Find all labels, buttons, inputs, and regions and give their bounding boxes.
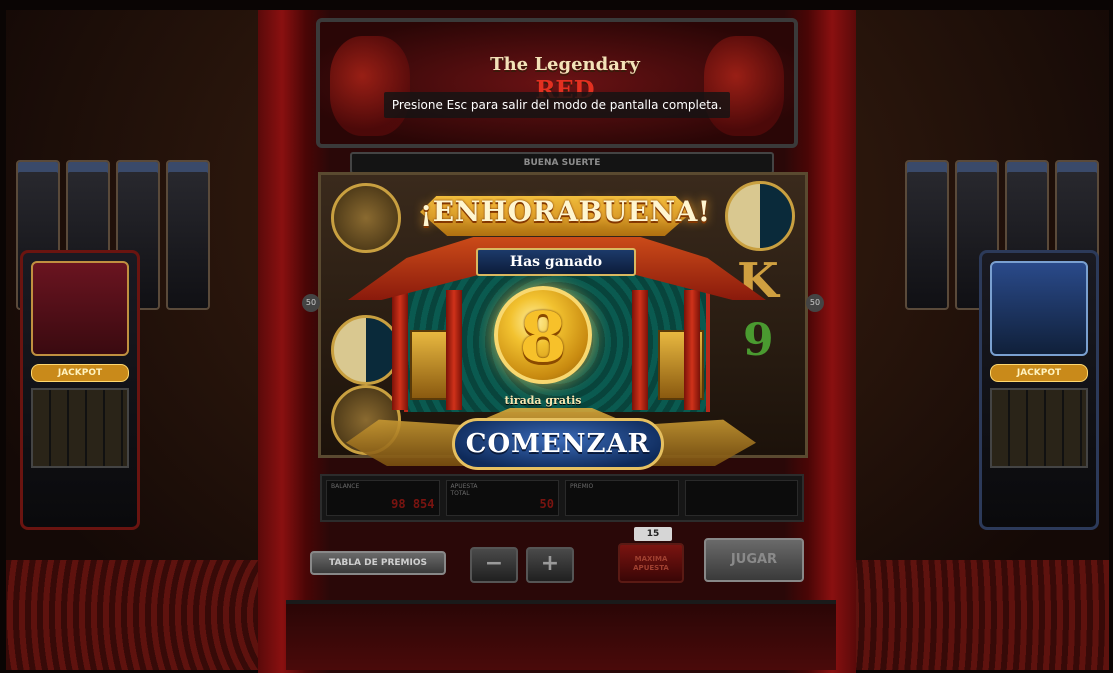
start-free-spins-button[interactable]: COMENZAR bbox=[452, 418, 664, 470]
fullscreen-exit-notice: Presione Esc para salir del modo de pant… bbox=[384, 92, 730, 118]
side-machine-jackpot-label: JACKPOT bbox=[31, 364, 129, 382]
payline-marker-right: 50 bbox=[806, 294, 824, 312]
meter-panel: BALANCE 98 854 APUESTA TOTAL 50 PREMIO bbox=[320, 474, 804, 522]
side-machine-screen bbox=[990, 388, 1088, 468]
yin-yang-symbol bbox=[725, 181, 795, 251]
free-spins-count: 8 bbox=[519, 298, 567, 378]
cabinet-lower-panel bbox=[286, 600, 836, 670]
side-machine-screen bbox=[31, 388, 129, 468]
balance-meter: BALANCE 98 854 bbox=[326, 480, 440, 516]
coin-symbol bbox=[331, 183, 401, 253]
popup-title: ¡ENHORABUENA! bbox=[420, 195, 711, 228]
play-button[interactable]: JUGAR bbox=[704, 538, 804, 582]
increase-bet-button[interactable]: + bbox=[526, 547, 574, 583]
win-label: PREMIO bbox=[570, 483, 594, 490]
paytable-button[interactable]: TABLA DE PREMIOS bbox=[310, 551, 446, 575]
side-machine-topper bbox=[990, 261, 1088, 356]
side-machine-topper bbox=[31, 261, 129, 356]
dragon-left-art bbox=[330, 36, 410, 136]
total-bet-meter: APUESTA TOTAL 50 bbox=[445, 480, 559, 516]
total-bet-value: 50 bbox=[539, 497, 554, 511]
pagoda-pillar-left bbox=[392, 290, 408, 410]
balance-label: BALANCE bbox=[331, 483, 360, 490]
popup-subtitle: Has ganado bbox=[476, 248, 636, 276]
payline-marker-left: 50 bbox=[302, 294, 320, 312]
total-bet-label: APUESTA TOTAL bbox=[450, 483, 478, 497]
win-meter: PREMIO bbox=[565, 480, 679, 516]
balance-value: 98 854 bbox=[391, 497, 435, 511]
number-9-symbol: 9 bbox=[743, 315, 774, 366]
side-machine-jackpot-label: JACKPOT bbox=[990, 364, 1088, 382]
pagoda-pillar-inner-right bbox=[632, 290, 648, 410]
status-message-bar: BUENA SUERTE bbox=[350, 152, 774, 174]
empty-meter bbox=[684, 480, 798, 516]
game-logo-topper: The Legendary RED bbox=[316, 18, 798, 148]
pagoda-pillar-inner-left bbox=[446, 290, 462, 410]
pagoda-pillar-right bbox=[684, 290, 700, 410]
logo-line1: The bbox=[490, 54, 529, 75]
decrease-bet-button[interactable]: − bbox=[470, 547, 518, 583]
free-spins-coin: 8 bbox=[494, 286, 592, 384]
side-slot-machine-left: JACKPOT bbox=[20, 250, 140, 530]
logo-line2: Legendary bbox=[534, 54, 640, 75]
dragon-right-art bbox=[704, 36, 784, 136]
max-bet-button[interactable]: MAXIMA APUESTA bbox=[618, 543, 684, 583]
free-spins-label: tirada gratis bbox=[504, 394, 582, 407]
side-slot-machine-right: JACKPOT bbox=[979, 250, 1099, 530]
yin-yang-symbol bbox=[331, 315, 401, 385]
bet-lines-badge: 15 bbox=[634, 527, 672, 541]
letter-k-symbol: K bbox=[737, 253, 779, 309]
